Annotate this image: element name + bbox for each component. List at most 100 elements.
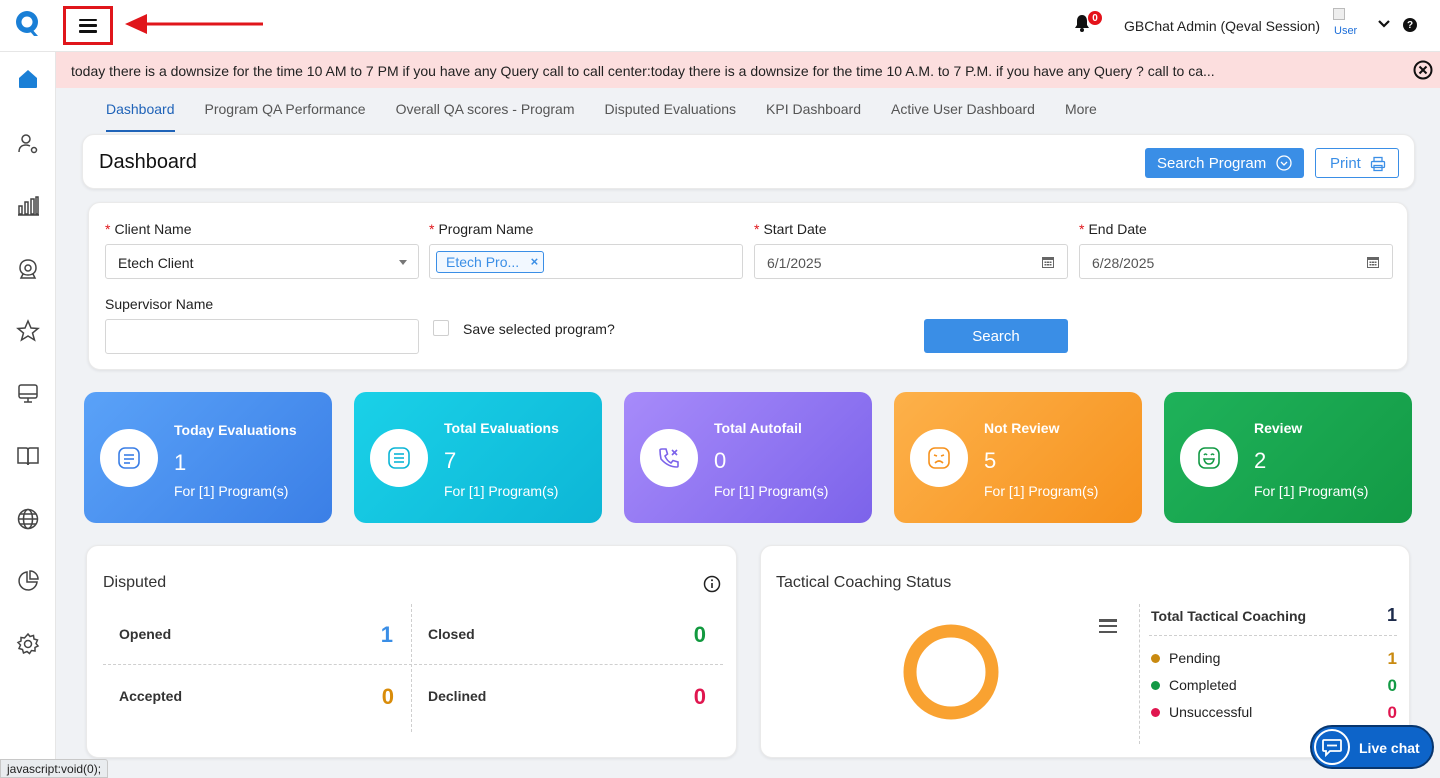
start-date-value: 6/1/2025 (767, 255, 822, 271)
announcement-text: today there is a downsize for the time 1… (71, 63, 1215, 79)
program-name-label: * Program Name (429, 221, 534, 237)
end-date-value: 6/28/2025 (1092, 255, 1155, 271)
live-chat-button[interactable]: Live chat (1310, 725, 1434, 769)
total-tactical-coaching-value: 1 (1386, 605, 1397, 625)
stat-card-total-autofail[interactable]: Total Autofail 0 For [1] Program(s) (624, 392, 872, 523)
caret-down-icon (399, 260, 407, 265)
unsuccessful-value[interactable]: 0 (1367, 703, 1397, 723)
stat-icon-circle (100, 429, 158, 487)
stat-subtitle: For [1] Program(s) (444, 483, 559, 499)
search-program-button[interactable]: Search Program (1145, 148, 1304, 178)
save-program-checkbox[interactable] (433, 320, 449, 336)
stat-card-not-review[interactable]: Not Review 5 For [1] Program(s) (894, 392, 1142, 523)
open-book-icon (17, 447, 39, 466)
stat-value: 5 (984, 448, 997, 473)
divider (411, 604, 412, 732)
print-label: Print (1330, 154, 1361, 172)
sidebar-item-analytics[interactable] (0, 559, 56, 603)
tab-dashboard[interactable]: Dashboard (106, 88, 175, 132)
close-icon[interactable] (1413, 60, 1433, 80)
sidebar-item-home[interactable] (0, 57, 56, 101)
user-name[interactable]: GBChat Admin (Qeval Session) (1124, 18, 1320, 34)
opened-value[interactable]: 1 (353, 622, 393, 648)
stat-card-review[interactable]: Review 2 For [1] Program(s) (1164, 392, 1412, 523)
unsuccessful-label: Unsuccessful (1169, 704, 1253, 720)
chat-bubble-icon (1314, 729, 1350, 765)
stat-card-total-evaluations[interactable]: Total Evaluations 7 For [1] Program(s) (354, 392, 602, 523)
sidebar-item-settings[interactable] (0, 622, 56, 666)
divider (1149, 635, 1397, 636)
pending-legend-dot (1151, 654, 1160, 663)
closed-value[interactable]: 0 (666, 622, 706, 648)
stat-icon-circle (640, 429, 698, 487)
stat-title: Total Autofail (714, 420, 802, 436)
sad-face-icon (928, 447, 950, 469)
hamburger-menu-button[interactable] (63, 6, 113, 45)
live-chat-label: Live chat (1359, 740, 1420, 756)
supervisor-name-input[interactable] (105, 319, 419, 354)
completed-label: Completed (1169, 677, 1237, 693)
pending-value[interactable]: 1 (1367, 649, 1397, 669)
sidebar (0, 52, 56, 778)
declined-value[interactable]: 0 (666, 684, 706, 710)
tab-overall-qa-scores[interactable]: Overall QA scores - Program (396, 88, 575, 132)
stat-icon-circle (910, 429, 968, 487)
tab-program-qa-performance[interactable]: Program QA Performance (205, 88, 366, 132)
stat-icon-circle (370, 429, 428, 487)
browser-status-bar: javascript:void(0); (0, 759, 109, 778)
tab-disputed-evaluations[interactable]: Disputed Evaluations (605, 88, 737, 132)
dashboard-header-card: Dashboard Search Program Print (82, 134, 1415, 189)
completed-legend-dot (1151, 681, 1160, 690)
start-date-picker[interactable]: 6/1/2025 (754, 244, 1068, 279)
save-program-label[interactable]: Save selected program? (463, 321, 615, 337)
tab-active-user-dashboard[interactable]: Active User Dashboard (891, 88, 1035, 132)
sidebar-item-desktop[interactable] (0, 372, 56, 416)
client-name-select[interactable]: Etech Client (105, 244, 419, 279)
sidebar-item-reports[interactable] (0, 184, 56, 228)
home-icon (19, 70, 37, 88)
document-list-icon (388, 447, 410, 469)
calendar-icon (1042, 257, 1054, 268)
sidebar-item-user-settings[interactable] (0, 122, 56, 166)
gear-icon (16, 632, 40, 655)
webcam-icon (19, 259, 37, 279)
tag-remove-icon[interactable]: × (531, 254, 539, 269)
supervisor-name-label: Supervisor Name (105, 296, 214, 312)
search-button[interactable]: Search (924, 319, 1068, 353)
print-button[interactable]: Print (1315, 148, 1399, 178)
hamburger-icon (79, 18, 97, 33)
tactical-title: Tactical Coaching Status (776, 574, 952, 591)
chart-menu-icon[interactable] (1099, 619, 1117, 633)
pie-chart-icon (18, 570, 39, 591)
monitor-icon (18, 384, 38, 403)
dashboard-tabs: Dashboard Program QA Performance Overall… (106, 88, 1127, 132)
user-avatar[interactable]: User (1331, 8, 1367, 40)
sidebar-item-monitoring[interactable] (0, 247, 56, 291)
qeval-logo-icon[interactable] (14, 10, 42, 38)
program-name-multiselect[interactable]: Etech Pro... × (429, 244, 743, 279)
end-date-picker[interactable]: 6/28/2025 (1079, 244, 1393, 279)
stat-value: 1 (174, 450, 187, 475)
chevron-down-icon[interactable] (1377, 18, 1391, 30)
stat-value: 2 (1254, 448, 1267, 473)
accepted-value[interactable]: 0 (354, 684, 394, 710)
accepted-label: Accepted (119, 688, 183, 704)
sidebar-item-knowledge[interactable] (0, 434, 56, 478)
tab-more[interactable]: More (1065, 88, 1097, 132)
help-icon[interactable]: ? (1403, 18, 1417, 32)
sidebar-item-global[interactable] (0, 497, 56, 541)
star-icon (16, 319, 40, 342)
start-date-label: * Start Date (754, 221, 827, 237)
stat-subtitle: For [1] Program(s) (1254, 483, 1369, 499)
chevron-down-circle-icon (1276, 155, 1292, 171)
unsuccessful-legend-dot (1151, 708, 1160, 717)
stat-card-today-evaluations[interactable]: Today Evaluations 1 For [1] Program(s) (84, 392, 332, 523)
donut-chart[interactable] (903, 624, 999, 720)
pending-label: Pending (1169, 650, 1221, 666)
disputed-card: Disputed Opened 1 Closed 0 Accepted 0 De… (86, 545, 737, 758)
stat-icon-circle (1180, 429, 1238, 487)
info-icon[interactable] (703, 575, 721, 593)
completed-value[interactable]: 0 (1367, 676, 1397, 696)
sidebar-item-favorites[interactable] (0, 309, 56, 353)
tab-kpi-dashboard[interactable]: KPI Dashboard (766, 88, 861, 132)
